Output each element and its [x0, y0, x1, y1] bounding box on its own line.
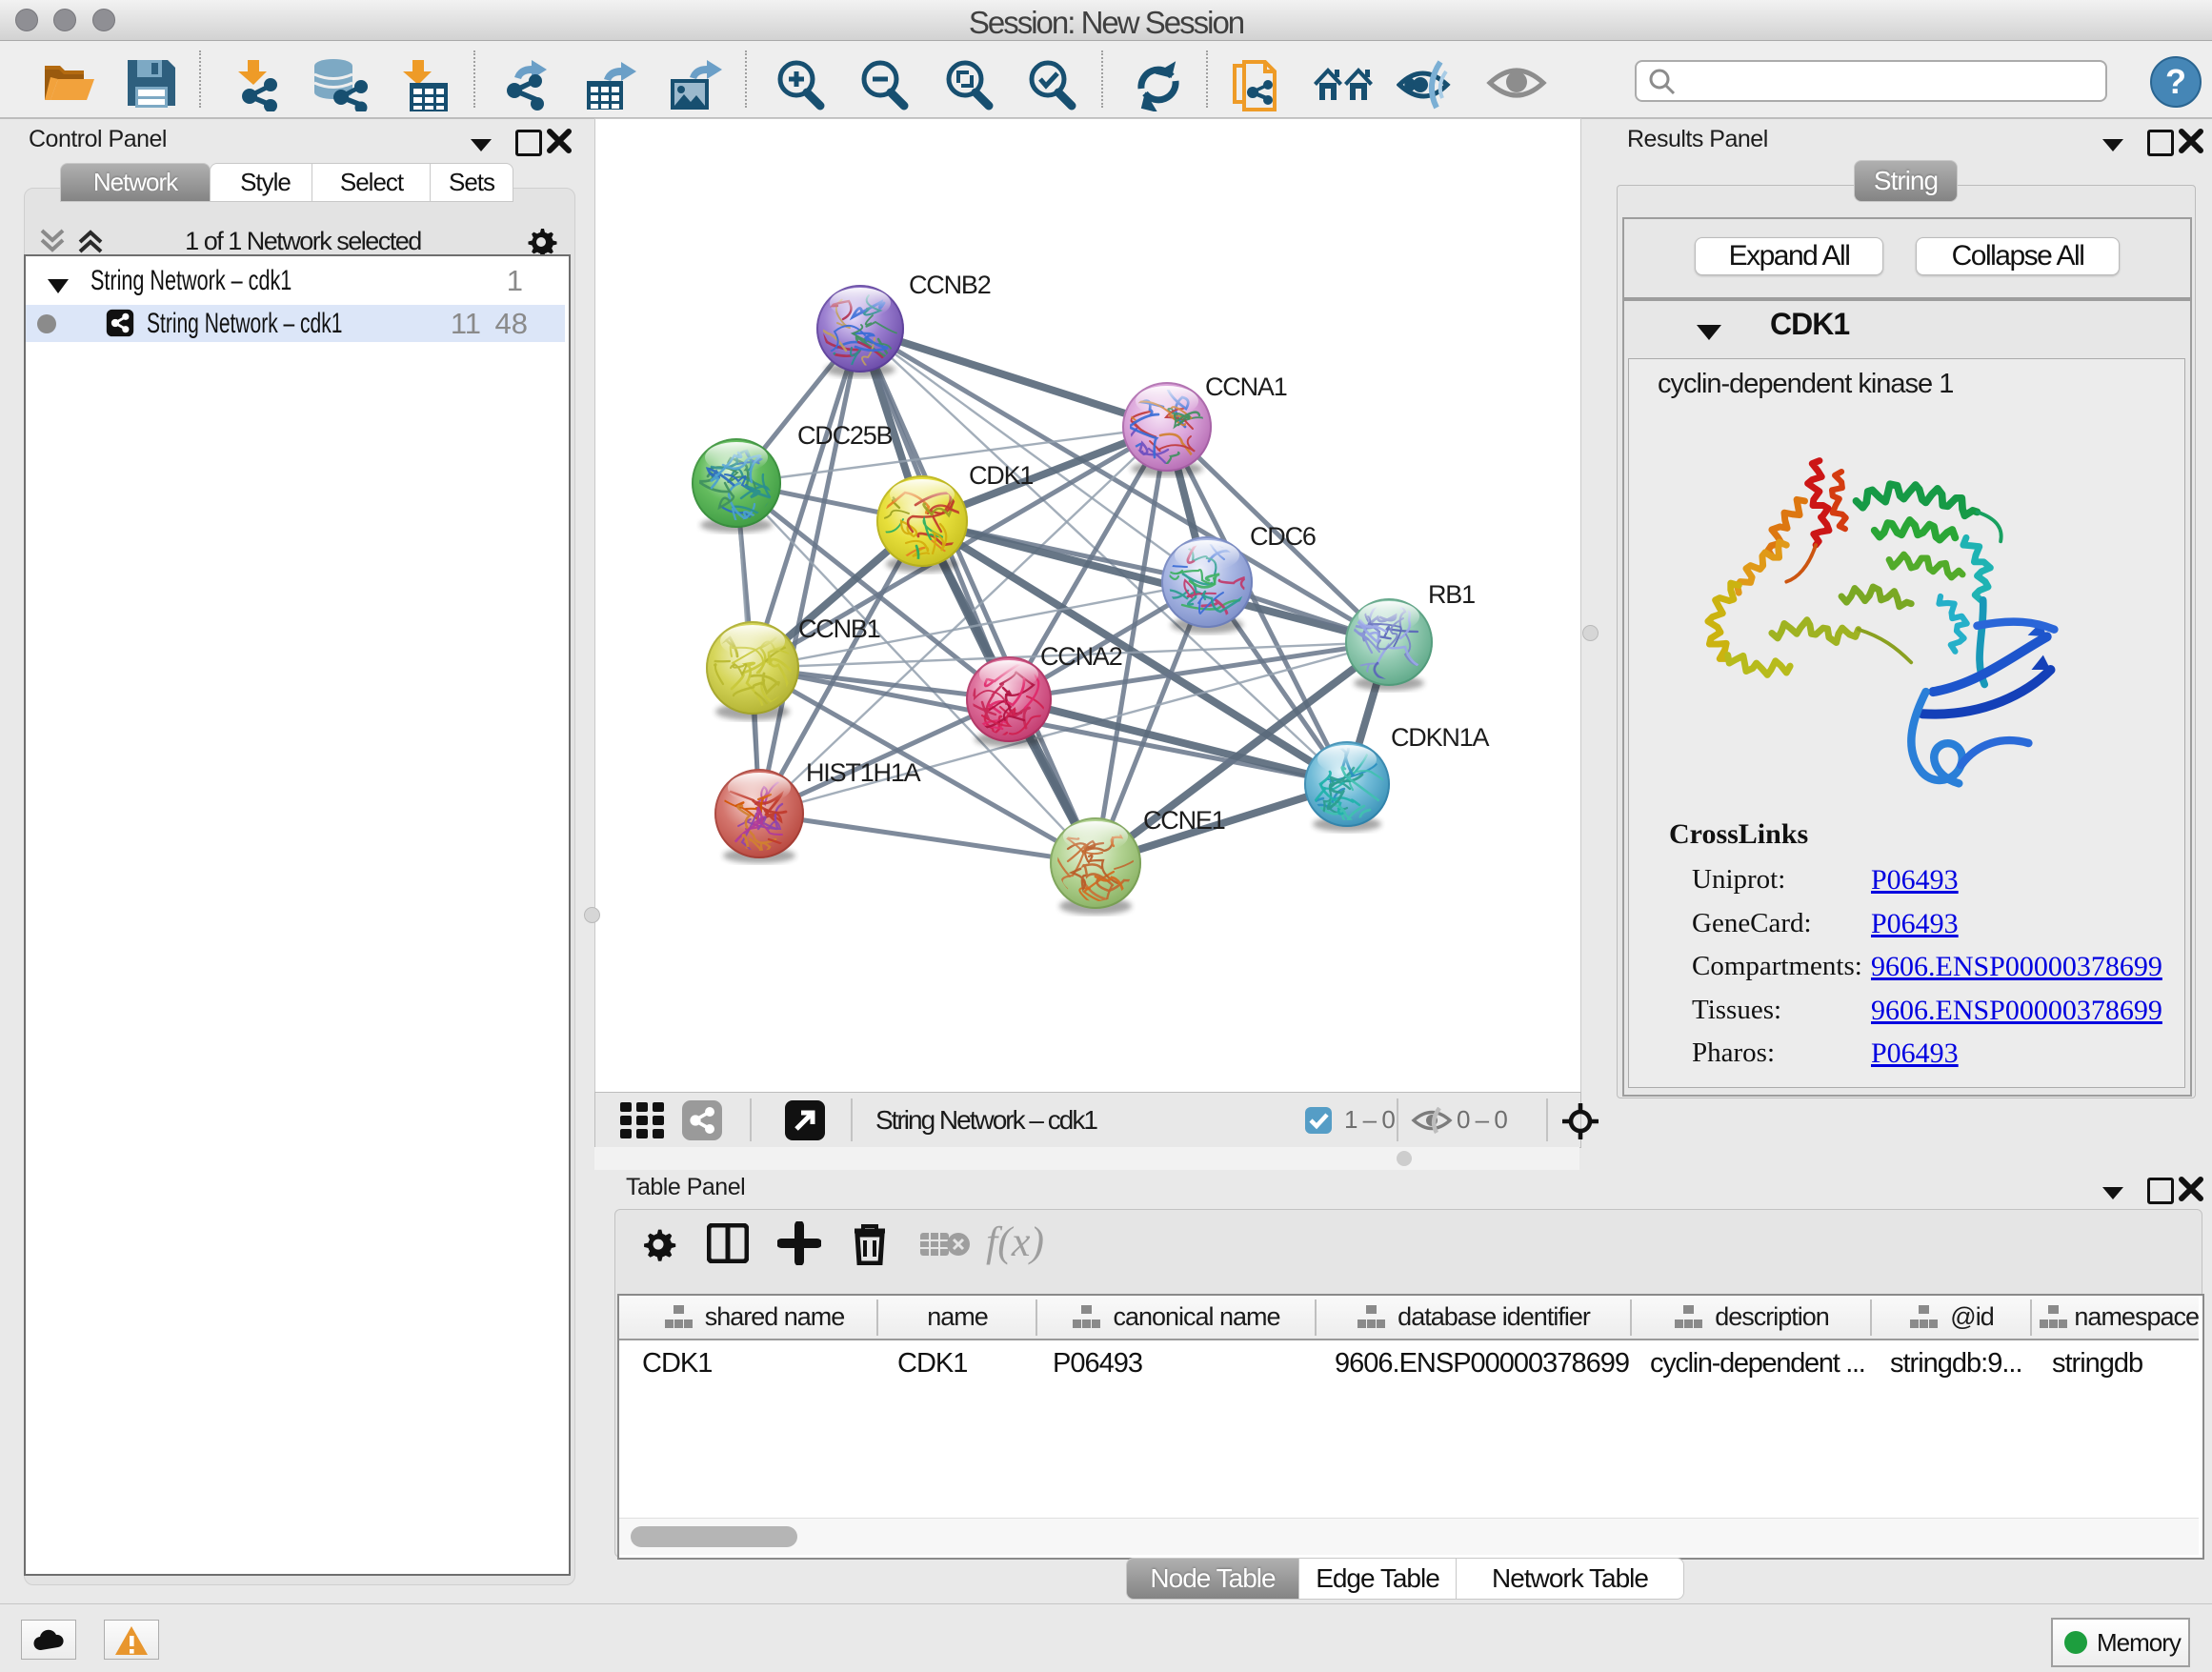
svg-text:CDC6: CDC6 — [1250, 522, 1316, 551]
svg-text:CCNA1: CCNA1 — [1205, 373, 1287, 401]
svg-text:HIST1H1A: HIST1H1A — [806, 758, 921, 787]
svg-text:?: ? — [2165, 62, 2186, 101]
svg-text:CCNB1: CCNB1 — [798, 614, 880, 643]
svg-text:CDC25B: CDC25B — [797, 421, 893, 450]
svg-text:CCNB2: CCNB2 — [909, 271, 991, 299]
svg-text:CDKN1A: CDKN1A — [1391, 723, 1490, 752]
svg-text:CDK1: CDK1 — [969, 461, 1033, 490]
svg-text:RB1: RB1 — [1428, 580, 1475, 609]
svg-text:CCNE1: CCNE1 — [1143, 806, 1225, 835]
svg-text:CCNA2: CCNA2 — [1040, 642, 1122, 671]
